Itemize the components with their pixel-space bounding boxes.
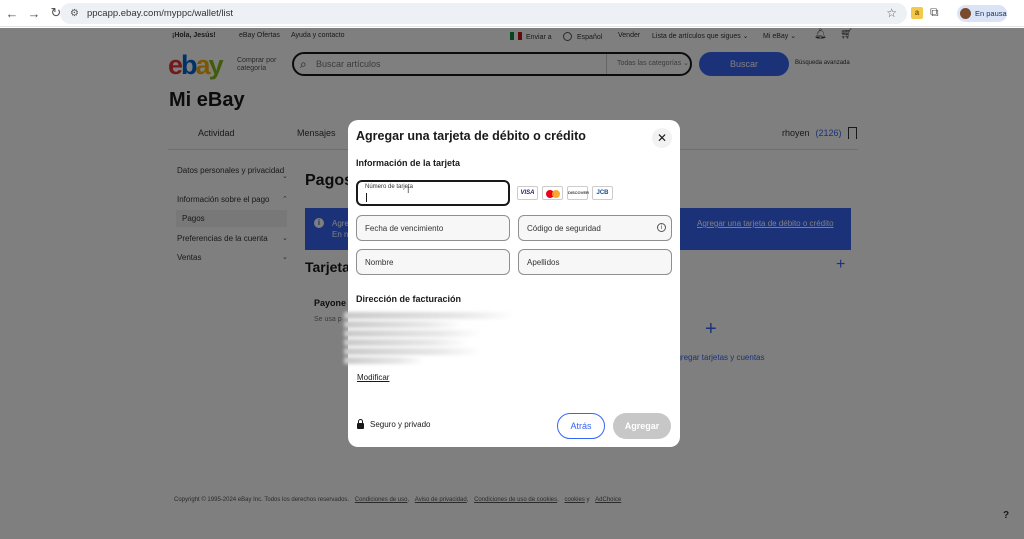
discover-icon: DISCOVER — [567, 186, 589, 200]
modify-address-link[interactable]: Modificar — [357, 373, 389, 382]
profile-button[interactable]: En pausa — [957, 5, 1007, 22]
back-button[interactable]: Atrás — [557, 413, 605, 439]
card-info-heading: Información de la tarjeta — [356, 158, 461, 168]
extension-icon[interactable]: a — [911, 7, 923, 19]
lock-icon — [357, 419, 364, 429]
secure-notice: Seguro y privado — [357, 419, 430, 429]
url-text: ppcapp.ebay.com/myppc/wallet/list — [86, 8, 234, 19]
bookmark-star-icon[interactable]: ☆ — [886, 6, 897, 20]
site-info-icon[interactable]: ⚙ — [70, 8, 79, 19]
profile-label: En pausa — [975, 9, 1007, 18]
last-name-field[interactable]: Apellidos — [518, 249, 672, 275]
browser-toolbar: ← → ↻ ⚙ ppcapp.ebay.com/myppc/wallet/lis… — [0, 0, 1024, 27]
info-icon[interactable]: i — [657, 223, 666, 232]
text-caret — [366, 193, 367, 202]
add-button[interactable]: Agregar — [613, 413, 671, 439]
security-code-field[interactable]: Código de seguridad i — [518, 215, 672, 241]
billing-address-heading: Dirección de facturación — [356, 294, 462, 304]
add-card-dialog: Agregar una tarjeta de débito o crédito … — [344, 120, 680, 447]
visa-icon: VISA — [517, 186, 538, 200]
extensions-puzzle-icon[interactable]: ⧉ — [930, 5, 939, 20]
text-cursor-icon: I — [407, 185, 410, 195]
mastercard-icon — [542, 186, 563, 200]
forward-arrow-icon[interactable]: → — [24, 3, 44, 23]
dialog-title: Agregar una tarjeta de débito o crédito — [356, 129, 586, 143]
address-bar[interactable]: ⚙ ppcapp.ebay.com/myppc/wallet/list ☆ — [60, 3, 907, 24]
redacted-address — [344, 312, 514, 374]
first-name-field[interactable]: Nombre — [356, 249, 510, 275]
back-arrow-icon[interactable]: ← — [2, 3, 22, 23]
accepted-cards: VISA DISCOVER JCB — [517, 186, 613, 200]
close-icon[interactable]: ✕ — [652, 128, 672, 148]
expiry-date-field[interactable]: Fecha de vencimiento — [356, 215, 510, 241]
jcb-icon: JCB — [592, 186, 613, 200]
card-number-field[interactable]: Número de tarjeta — [356, 180, 510, 206]
avatar — [960, 8, 971, 19]
